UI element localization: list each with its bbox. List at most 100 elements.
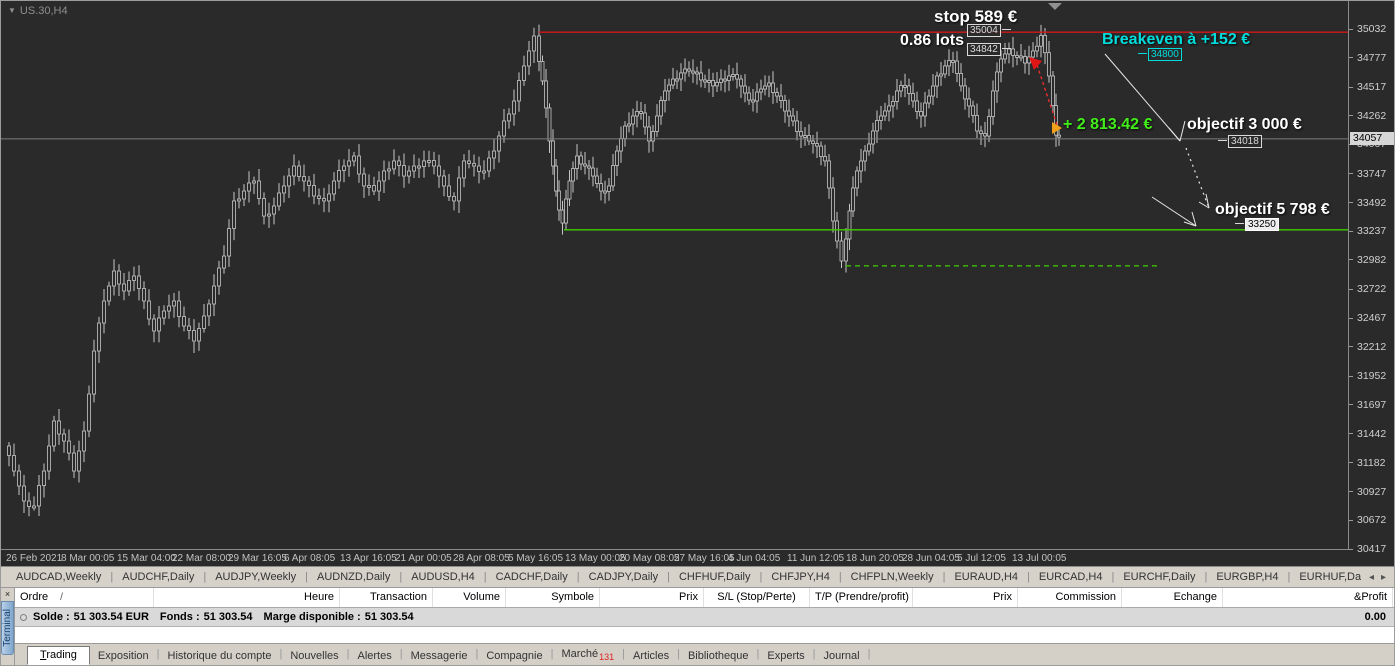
price-tick bbox=[1349, 519, 1353, 521]
column-header-echange[interactable]: Echange bbox=[1122, 588, 1223, 607]
symbol-tab-eurchf-daily[interactable]: EURCHF,Daily bbox=[1118, 571, 1200, 583]
balance-icon bbox=[20, 613, 27, 621]
label-connector bbox=[1235, 222, 1244, 224]
column-header-volume[interactable]: Volume bbox=[433, 588, 506, 607]
breakeven-annotation[interactable]: Breakeven à +152 € bbox=[1102, 31, 1250, 49]
terminal-tab-compagnie[interactable]: Compagnie bbox=[478, 647, 550, 665]
price-tick bbox=[1349, 173, 1353, 175]
symbol-tab-audcad-weekly[interactable]: AUDCAD,Weekly bbox=[11, 571, 106, 583]
price-tick-label: 33747 bbox=[1357, 167, 1387, 180]
symbol-tab-eurcad-h4[interactable]: EURCAD,H4 bbox=[1034, 571, 1108, 583]
target1-price-label[interactable]: 34018 bbox=[1217, 135, 1262, 148]
price-tick-label: 32212 bbox=[1357, 340, 1387, 353]
symbol-label-text: US.30,H4 bbox=[19, 5, 68, 17]
column-header-commission[interactable]: Commission bbox=[1018, 588, 1122, 607]
target2-annotation[interactable]: objectif 5 798 € bbox=[1215, 201, 1330, 219]
time-tick-label: 20 May 08:05 bbox=[619, 553, 680, 564]
time-axis[interactable]: 26 Feb 2021 8 Mar 00:05 15 Mar 04:00 22 Mar… bbox=[1, 549, 1349, 567]
time-tick-label: 27 May 16:05 bbox=[674, 553, 735, 564]
column-header-ordre[interactable]: Ordre / bbox=[15, 588, 154, 607]
column-header-profit[interactable]: &Profit bbox=[1223, 588, 1393, 607]
balance-fonds-label: Fonds : bbox=[159, 611, 200, 623]
time-tick-label: 18 Jun 20:05 bbox=[846, 553, 904, 564]
time-tick-label: 5 May 16:05 bbox=[508, 553, 564, 564]
chart-symbol-label[interactable]: ▼ US.30,H4 bbox=[8, 5, 68, 17]
price-tick-label: 33492 bbox=[1357, 196, 1387, 209]
label-connector bbox=[1138, 52, 1147, 54]
symbol-tab-audnzd-daily[interactable]: AUDNZD,Daily bbox=[312, 571, 395, 583]
separator: | bbox=[1027, 571, 1030, 583]
terminal-tab-exposition[interactable]: Exposition bbox=[90, 647, 157, 665]
time-tick-label: 6 Apr 08:05 bbox=[284, 553, 336, 564]
time-tick-label: 15 Mar 04:00 bbox=[117, 553, 176, 564]
terminal-tab-trading[interactable]: Trading bbox=[27, 646, 90, 665]
price-tick bbox=[1349, 346, 1353, 348]
entry-price-box: 34842 bbox=[967, 43, 1001, 56]
column-header-heure[interactable]: Heure bbox=[154, 588, 340, 607]
symbol-tab-cadjpy-daily[interactable]: CADJPY,Daily bbox=[584, 571, 664, 583]
symbol-tab-cadchf-daily[interactable]: CADCHF,Daily bbox=[491, 571, 573, 583]
target1-price-box: 34018 bbox=[1228, 135, 1262, 148]
time-tick-label: 5 Jul 12:05 bbox=[957, 553, 1006, 564]
scroll-right-button[interactable]: ▸ bbox=[1381, 572, 1386, 583]
chart-panel[interactable]: ▼ US.30,H4 stop 589 € 35004 0.86 lots 348… bbox=[1, 1, 1394, 567]
target2-price-label[interactable]: 33250 bbox=[1234, 218, 1279, 231]
price-chart-canvas[interactable] bbox=[1, 1, 1349, 549]
symbol-tab-chfpln-weekly[interactable]: CHFPLN,Weekly bbox=[846, 571, 939, 583]
terminal-tab-experts[interactable]: Experts bbox=[759, 647, 812, 665]
symbol-tab-eurgbp-h4[interactable]: EURGBP,H4 bbox=[1211, 571, 1283, 583]
profit-total: 0.00 bbox=[1364, 611, 1386, 623]
mt4-window: ▼ US.30,H4 stop 589 € 35004 0.86 lots 348… bbox=[0, 0, 1395, 666]
price-tick bbox=[1349, 317, 1353, 319]
orders-table-header: Ordre / Heure Transaction Volume Symbole Prix S… bbox=[15, 588, 1394, 608]
stop-price-label[interactable]: 35004 bbox=[967, 24, 1012, 37]
target1-annotation[interactable]: objectif 3 000 € bbox=[1187, 116, 1302, 134]
sort-indicator-icon: / bbox=[60, 592, 63, 603]
lots-annotation[interactable]: 0.86 lots bbox=[900, 32, 964, 50]
column-header-prix[interactable]: Prix bbox=[913, 588, 1018, 607]
floating-profit-annotation[interactable]: + 2 813.42 € bbox=[1063, 116, 1152, 134]
price-tick-label: 31182 bbox=[1357, 456, 1386, 469]
target2-price-box: 33250 bbox=[1245, 218, 1279, 231]
entry-price-label[interactable]: 34842 bbox=[967, 43, 1012, 56]
symbol-tabs-scroll: ◂ ▸ bbox=[1360, 567, 1394, 587]
column-header-symbole[interactable]: Symbole bbox=[506, 588, 600, 607]
breakeven-price-label[interactable]: 34800 bbox=[1137, 48, 1182, 61]
symbol-tab-euraud-h4[interactable]: EURAUD,H4 bbox=[949, 571, 1023, 583]
symbol-tab-audjpy-weekly[interactable]: AUDJPY,Weekly bbox=[210, 571, 301, 583]
column-header-transaction[interactable]: Transaction bbox=[340, 588, 433, 607]
time-tick-label: 26 Feb 2021 bbox=[6, 553, 63, 564]
balance-fonds-value: 51 303.54 bbox=[203, 611, 253, 623]
terminal-vertical-tab[interactable]: Terminal bbox=[1, 601, 14, 655]
tab-badge: 131 bbox=[599, 652, 615, 662]
terminal-main: Ordre / Heure Transaction Volume Symbole Prix S… bbox=[15, 588, 1394, 665]
terminal-close-button[interactable]: × bbox=[1, 588, 14, 601]
column-header-s-l-stop-perte[interactable]: S/L (Stop/Perte) bbox=[704, 588, 810, 607]
separator: | bbox=[838, 571, 842, 583]
terminal-tab-alertes[interactable]: Alertes bbox=[350, 647, 400, 665]
terminal-tab-articles[interactable]: Articles bbox=[625, 647, 677, 665]
symbol-tab-audusd-h4[interactable]: AUDUSD,H4 bbox=[406, 571, 480, 583]
terminal-tab-messagerie[interactable]: Messagerie bbox=[403, 647, 476, 665]
terminal-tab-historique-du-compte[interactable]: Historique du compte bbox=[160, 647, 280, 665]
price-tick bbox=[1349, 230, 1353, 232]
balance-marge-label: Marge disponible : bbox=[263, 611, 361, 623]
symbol-tab-chfjpy-h4[interactable]: CHFJPY,H4 bbox=[766, 571, 834, 583]
price-tick bbox=[1349, 375, 1353, 377]
symbol-tab-chfhuf-daily[interactable]: CHFHUF,Daily bbox=[674, 571, 756, 583]
scroll-left-button[interactable]: ◂ bbox=[1369, 572, 1374, 583]
terminal-tab-nouvelles[interactable]: Nouvelles bbox=[282, 647, 346, 665]
price-tick-label: 34262 bbox=[1357, 109, 1387, 122]
price-axis[interactable]: 3503234777345173426234007337473349233237… bbox=[1349, 1, 1394, 555]
terminal-tab-march[interactable]: Marché131 bbox=[553, 645, 622, 665]
balance-row[interactable]: Solde : 51 303.54 EUR Fonds : 51 303.54 … bbox=[15, 608, 1394, 627]
terminal-tab-bibliotheque[interactable]: Bibliotheque bbox=[680, 647, 757, 665]
time-tick-label: 13 May 00:05 bbox=[565, 553, 626, 564]
column-header-prix[interactable]: Prix bbox=[600, 588, 704, 607]
separator: | bbox=[667, 571, 670, 583]
symbol-tab-audchf-daily[interactable]: AUDCHF,Daily bbox=[117, 571, 199, 583]
column-header-t-p-prendre-profit[interactable]: T/P (Prendre/profit) bbox=[810, 588, 913, 607]
time-tick-label: 21 Apr 00:05 bbox=[395, 553, 452, 564]
terminal-tab-journal[interactable]: Journal bbox=[816, 647, 868, 665]
symbol-tabs-bar: AUDCAD,Weekly | AUDCHF,Daily | AUDJPY,Weekly… bbox=[1, 567, 1394, 588]
